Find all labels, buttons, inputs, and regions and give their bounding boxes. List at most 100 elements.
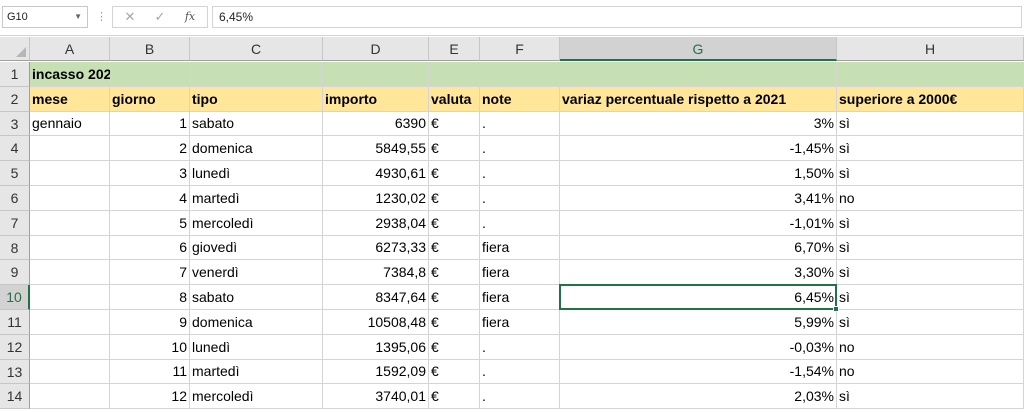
- cell-h13[interactable]: no: [837, 360, 1024, 384]
- cell-e14[interactable]: €: [429, 384, 480, 409]
- row-header-13[interactable]: 13: [0, 360, 30, 384]
- cell-h5[interactable]: sì: [837, 161, 1024, 186]
- cell-g6[interactable]: 3,41%: [560, 186, 837, 211]
- cell-b12[interactable]: 10: [110, 335, 190, 360]
- cell-a14[interactable]: [30, 384, 110, 409]
- cell-a6[interactable]: [30, 186, 110, 211]
- cell-a5[interactable]: [30, 161, 110, 186]
- formula-input[interactable]: 6,45%: [212, 6, 1022, 28]
- cell-a8[interactable]: [30, 236, 110, 260]
- cell-f4[interactable]: .: [480, 136, 560, 161]
- cell-c6[interactable]: martedì: [190, 186, 323, 211]
- cell-a4[interactable]: [30, 136, 110, 161]
- column-header-h[interactable]: H: [837, 37, 1024, 61]
- cell-a13[interactable]: [30, 360, 110, 384]
- cell-c8[interactable]: giovedì: [190, 236, 323, 260]
- cell-f13[interactable]: .: [480, 360, 560, 384]
- cell-g12[interactable]: -0,03%: [560, 335, 837, 360]
- column-header-g[interactable]: G: [560, 37, 837, 61]
- column-header-b[interactable]: B: [110, 37, 190, 61]
- cell-b8[interactable]: 6: [110, 236, 190, 260]
- column-header-f[interactable]: F: [480, 37, 560, 61]
- cell-h7[interactable]: sì: [837, 211, 1024, 236]
- cell-e9[interactable]: €: [429, 260, 480, 285]
- cell-g1[interactable]: [560, 62, 837, 87]
- cell-g10[interactable]: 6,45%: [560, 285, 837, 310]
- cell-b2[interactable]: giorno: [110, 87, 190, 112]
- cell-c3[interactable]: sabato: [190, 112, 323, 136]
- cell-b7[interactable]: 5: [110, 211, 190, 236]
- cell-e10[interactable]: €: [429, 285, 480, 310]
- cell-b14[interactable]: 12: [110, 384, 190, 409]
- row-header-12[interactable]: 12: [0, 335, 30, 360]
- cell-f2[interactable]: note: [480, 87, 560, 112]
- cell-c1[interactable]: [190, 62, 323, 87]
- cell-a12[interactable]: [30, 335, 110, 360]
- row-header-6[interactable]: 6: [0, 186, 30, 211]
- cell-f14[interactable]: .: [480, 384, 560, 409]
- cell-c4[interactable]: domenica: [190, 136, 323, 161]
- cell-e1[interactable]: [429, 62, 480, 87]
- cell-h9[interactable]: sì: [837, 260, 1024, 285]
- cell-d2[interactable]: importo: [323, 87, 429, 112]
- row-header-7[interactable]: 7: [0, 211, 30, 236]
- cell-g7[interactable]: -1,01%: [560, 211, 837, 236]
- cell-d14[interactable]: 3740,01: [323, 384, 429, 409]
- cell-c14[interactable]: mercoledì: [190, 384, 323, 409]
- enter-icon[interactable]: ✓: [149, 9, 171, 25]
- cell-c9[interactable]: venerdì: [190, 260, 323, 285]
- cell-g5[interactable]: 1,50%: [560, 161, 837, 186]
- cell-b13[interactable]: 11: [110, 360, 190, 384]
- cell-e4[interactable]: €: [429, 136, 480, 161]
- cell-a7[interactable]: [30, 211, 110, 236]
- cell-d10[interactable]: 8347,64: [323, 285, 429, 310]
- cell-e2[interactable]: valuta: [429, 87, 480, 112]
- cell-e5[interactable]: €: [429, 161, 480, 186]
- cell-g2[interactable]: variaz percentuale rispetto a 2021: [560, 87, 837, 112]
- cell-a2[interactable]: mese: [30, 87, 110, 112]
- cell-d3[interactable]: 6390: [323, 112, 429, 136]
- row-header-2[interactable]: 2: [0, 87, 30, 112]
- cell-h8[interactable]: sì: [837, 236, 1024, 260]
- cell-f7[interactable]: .: [480, 211, 560, 236]
- cell-b4[interactable]: 2: [110, 136, 190, 161]
- cell-g13[interactable]: -1,54%: [560, 360, 837, 384]
- name-box[interactable]: G10 ▼: [2, 6, 88, 28]
- cell-d5[interactable]: 4930,61: [323, 161, 429, 186]
- cell-d7[interactable]: 2938,04: [323, 211, 429, 236]
- row-header-11[interactable]: 11: [0, 310, 30, 335]
- cell-c10[interactable]: sabato: [190, 285, 323, 310]
- row-header-4[interactable]: 4: [0, 136, 30, 161]
- cell-c7[interactable]: mercoledì: [190, 211, 323, 236]
- row-header-1[interactable]: 1: [0, 62, 30, 87]
- fx-icon[interactable]: fx: [179, 9, 201, 25]
- cell-g9[interactable]: 3,30%: [560, 260, 837, 285]
- cell-h2[interactable]: superiore a 2000€: [837, 87, 1024, 112]
- column-header-a[interactable]: A: [30, 37, 110, 61]
- row-header-9[interactable]: 9: [0, 260, 30, 285]
- cell-b9[interactable]: 7: [110, 260, 190, 285]
- cell-g11[interactable]: 5,99%: [560, 310, 837, 335]
- cell-f11[interactable]: fiera: [480, 310, 560, 335]
- cell-h11[interactable]: sì: [837, 310, 1024, 335]
- cell-c12[interactable]: lunedì: [190, 335, 323, 360]
- row-header-14[interactable]: 14: [0, 384, 30, 409]
- cell-g3[interactable]: 3%: [560, 112, 837, 136]
- cell-d6[interactable]: 1230,02: [323, 186, 429, 211]
- chevron-down-icon[interactable]: ▼: [74, 7, 82, 27]
- column-header-d[interactable]: D: [323, 37, 429, 61]
- select-all-button[interactable]: [0, 37, 30, 61]
- cell-h14[interactable]: sì: [837, 384, 1024, 409]
- cell-f9[interactable]: fiera: [480, 260, 560, 285]
- cell-d13[interactable]: 1592,09: [323, 360, 429, 384]
- cell-c13[interactable]: martedì: [190, 360, 323, 384]
- cell-d9[interactable]: 7384,8: [323, 260, 429, 285]
- cell-f8[interactable]: fiera: [480, 236, 560, 260]
- cell-f6[interactable]: .: [480, 186, 560, 211]
- cell-h10[interactable]: sì: [837, 285, 1024, 310]
- cell-e8[interactable]: €: [429, 236, 480, 260]
- cell-b11[interactable]: 9: [110, 310, 190, 335]
- cell-f3[interactable]: .: [480, 112, 560, 136]
- cell-d11[interactable]: 10508,48: [323, 310, 429, 335]
- row-header-3[interactable]: 3: [0, 112, 30, 136]
